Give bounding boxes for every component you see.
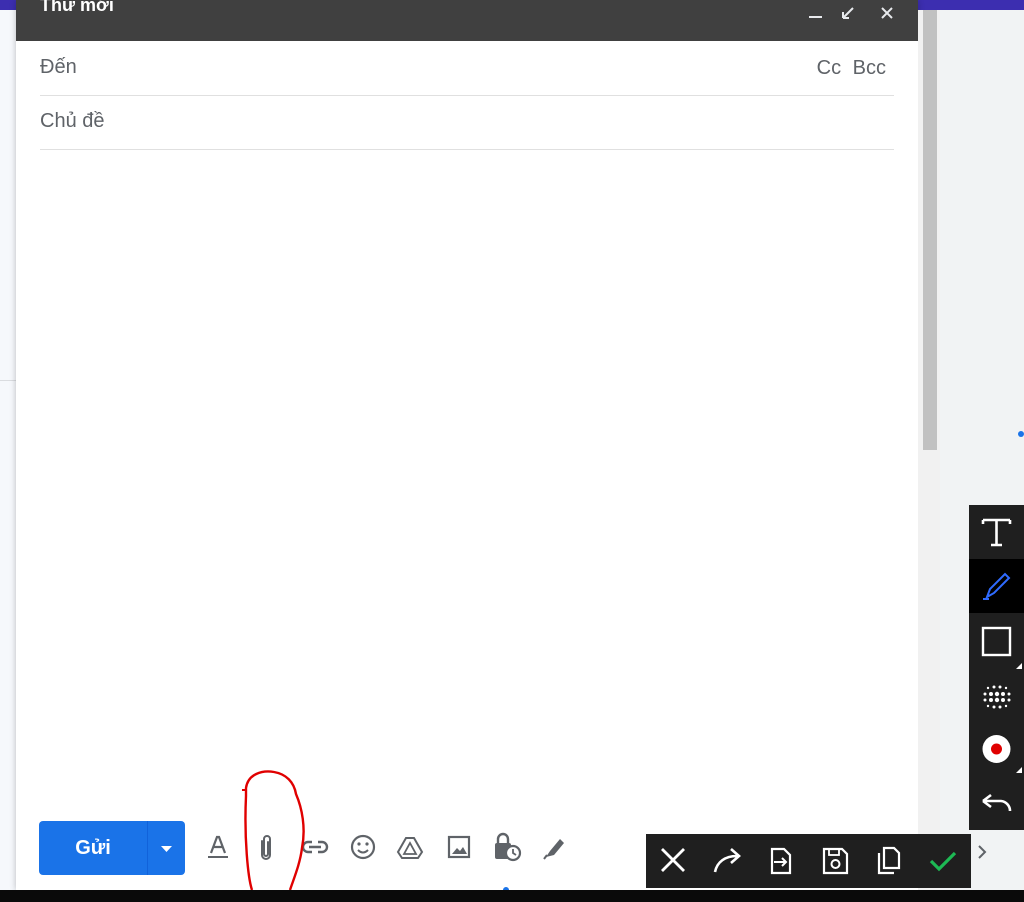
bcc-link[interactable]: Bcc [853,57,886,79]
fullscreen-button[interactable] [839,4,859,20]
export-button[interactable] [754,834,808,888]
save-button[interactable] [808,834,862,888]
rectangle-tool-icon [981,626,1022,669]
record-tool-button[interactable] [969,723,1024,777]
to-field[interactable]: Đến Cc Bcc [40,42,894,96]
background-divider [0,380,16,381]
insert-drive-button[interactable] [392,829,428,865]
selection-handle[interactable] [1018,431,1024,437]
text-tool-icon [981,518,1012,547]
signature-icon [543,839,564,860]
share-icon [713,848,741,873]
cancel-icon [661,848,685,872]
undo-icon [982,793,1012,812]
rectangle-tool-button[interactable] [969,615,1024,669]
compose-header: Thư mới [16,0,918,41]
emoji-icon [350,834,376,860]
insert-photo-button[interactable] [441,829,477,865]
confirm-button[interactable] [916,834,970,888]
text-format-icon [208,835,228,858]
send-button[interactable]: Gửi [39,821,147,875]
cc-link[interactable]: Cc [817,57,841,79]
save-icon [822,847,849,875]
insert-signature-button[interactable] [536,829,572,865]
blur-tool-button[interactable] [969,669,1024,723]
schedule-send-button[interactable] [148,821,185,875]
image-icon [447,835,471,859]
to-label: Đến [40,56,77,78]
send-button-group: Gửi [39,821,185,875]
chevron-right-icon[interactable] [972,842,992,862]
confirm-icon [929,851,957,872]
close-button[interactable] [878,4,898,20]
annotation-side-toolbar [969,505,1024,830]
confidential-mode-button[interactable] [489,829,525,865]
pen-tool-button[interactable] [969,559,1024,613]
formatting-options-button[interactable] [200,829,236,865]
export-icon [770,847,792,875]
copy-icon [877,846,901,875]
compose-title: Thư mới [40,0,114,15]
minimize-button[interactable] [806,4,826,20]
confidential-icon [495,832,522,862]
background-left [0,10,16,890]
drive-icon [396,837,424,859]
cc-bcc-links: Cc Bcc [811,57,886,80]
copy-button[interactable] [862,834,916,888]
cancel-button[interactable] [646,834,700,888]
subject-label: Chủ đề [40,110,105,132]
share-button[interactable] [701,834,755,888]
message-body[interactable] [40,152,894,792]
undo-button[interactable] [969,777,1024,831]
annotation-bottom-toolbar [646,834,971,888]
compose-window: Thư mới Đến Cc Bcc Chủ đề Gửi [16,0,918,891]
red-annotation-drawing [242,770,305,891]
pen-tool-icon [983,572,1011,600]
blur-tool-icon [983,685,1011,709]
text-tool-button[interactable] [969,505,1024,559]
bottom-bar [0,890,1024,902]
subject-field[interactable]: Chủ đề [40,96,894,150]
scrollbar-thumb[interactable] [923,10,937,450]
dropdown-arrow-icon [161,846,172,852]
record-tool-icon [982,735,1022,773]
insert-emoji-button[interactable] [345,829,381,865]
